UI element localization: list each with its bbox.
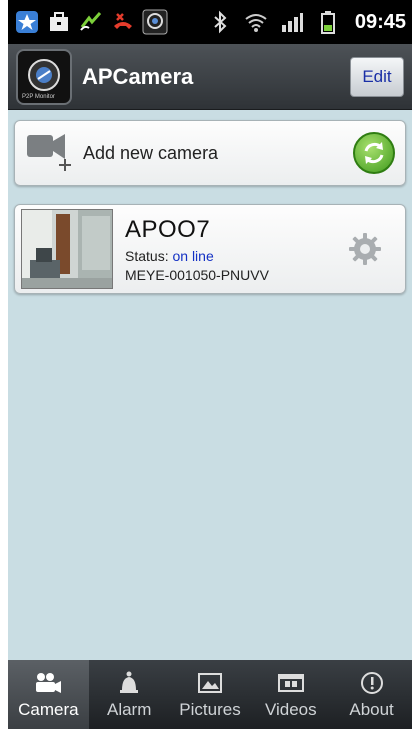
tab-label: About [349,699,394,719]
add-camera-icon [25,129,77,178]
videos-icon [277,670,305,696]
battery-icon [315,9,341,35]
camera-app-icon [142,9,168,35]
bottom-tab-bar: Camera Alarm Pictures Videos About [8,660,412,729]
tab-about[interactable]: About [331,660,412,729]
tab-camera[interactable]: Camera [8,660,89,729]
status-clock: 09:45 [354,10,406,33]
app-logo: P2P Monitor [16,48,72,105]
tab-pictures[interactable]: Pictures [170,660,251,729]
camera-device-id: MEYE-001050-PNUVV [125,266,269,283]
app-header: P2P Monitor APCamera Edit [8,44,412,110]
phone-screen: 09:45 P2P Monitor APCamera Edit Add new … [8,0,412,729]
status-label: Status: [125,247,169,264]
app-badge-icon [14,9,40,35]
wifi-icon [243,9,269,35]
pictures-icon [196,670,224,696]
gear-icon [349,233,381,265]
camera-tab-icon [34,670,62,696]
alarm-bell-icon [115,670,143,696]
tab-label: Camera [18,699,79,719]
app-title: APCamera [82,63,194,89]
add-camera-label: Add new camera [83,142,219,163]
signal-icon [279,9,305,35]
camera-list-item[interactable]: APOO7 Status: on line MEYE-001050-PNUVV [14,204,406,294]
edit-button[interactable]: Edit [350,56,404,97]
tab-label: Videos [264,699,317,719]
add-camera-row[interactable]: Add new camera [14,120,406,186]
bluetooth-icon [207,9,233,35]
camera-thumbnail [21,209,113,289]
tab-videos[interactable]: Videos [250,660,331,729]
camera-status: Status: on line [125,248,343,264]
missed-call-icon [78,9,104,35]
tab-label: Alarm [106,699,152,719]
about-icon [358,670,386,696]
refresh-icon [364,142,384,164]
status-bar: 09:45 [8,0,412,44]
logo-caption: P2P Monitor [22,93,55,100]
camera-name: APOO7 [125,215,211,243]
call-end-icon [110,9,136,35]
refresh-button[interactable] [353,132,395,174]
status-value: on line [172,247,214,264]
tab-alarm[interactable]: Alarm [89,660,170,729]
camera-lens-icon [28,58,60,91]
camera-info: APOO7 Status: on line MEYE-001050-PNUVV [125,216,343,283]
briefcase-icon [46,9,72,35]
camera-settings-button[interactable] [343,227,387,271]
tab-label: Pictures [179,699,241,719]
